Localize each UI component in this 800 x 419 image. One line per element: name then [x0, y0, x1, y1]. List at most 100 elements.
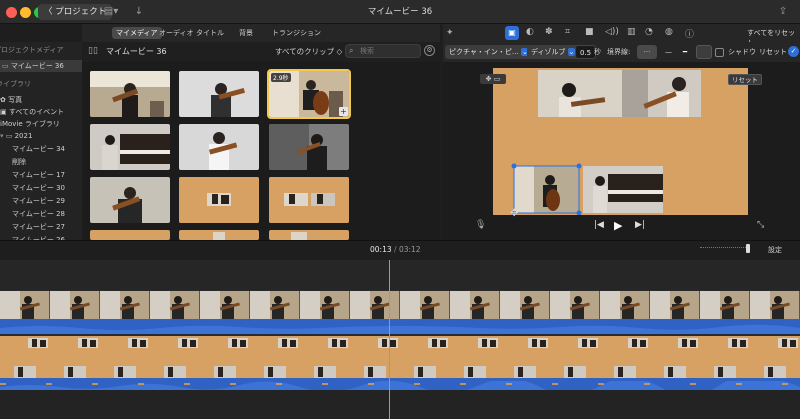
sidebar-item-label: iMovie ライブラリ	[0, 120, 60, 128]
overlay-controls: ピクチャ・イン・ピ… ⌄ ディゾルブ ⌄ 0.5 秒 境界線: ··· — ━ シャ…	[443, 42, 800, 62]
fullscreen-icon[interactable]: ⤡	[757, 220, 764, 230]
total-time: 03:12	[398, 245, 421, 254]
overlay-mode-select[interactable]: ピクチャ・イン・ピ… ⌄	[445, 45, 533, 59]
video-overlay-icon[interactable]: ▣	[505, 26, 519, 40]
sidebar-item-project[interactable]: ▭ マイムービー 36	[0, 60, 82, 72]
skip-back-icon[interactable]: |◀	[594, 220, 604, 230]
clip-duration-badge: 2.9秒	[271, 73, 291, 82]
play-icon[interactable]: ▶	[614, 219, 622, 232]
sidebar-item-label: マイムービー 36	[10, 62, 64, 70]
pip-track[interactable]	[0, 364, 800, 379]
pip-composite-image	[179, 177, 259, 223]
violinist-image	[90, 177, 170, 223]
sidebar-item-movie-17[interactable]: マイムービー 17	[12, 169, 65, 181]
border-thick-button[interactable]: ━	[677, 45, 693, 59]
timeline-empty-area	[0, 390, 800, 419]
search-input[interactable]	[360, 46, 418, 56]
sidebar-toggle-icon[interactable]: ▯▯	[88, 46, 98, 56]
close-window-button[interactable]	[6, 7, 17, 18]
clip-thumbnail[interactable]	[179, 71, 259, 117]
playhead[interactable]	[389, 260, 390, 419]
shadow-checkbox[interactable]	[715, 48, 724, 57]
video-clips-image[interactable]	[0, 291, 800, 319]
sidebar-item-movie-29[interactable]: マイムービー 29	[12, 195, 65, 207]
overlay-track[interactable]	[0, 336, 800, 352]
add-clip-icon[interactable]: +	[339, 107, 348, 116]
sidebar-item-label: マイムービー 28	[12, 210, 65, 218]
media-browser-grid: 2.9秒 +	[82, 62, 440, 240]
clip-thumbnail[interactable]	[269, 230, 349, 240]
preview-canvas[interactable]	[493, 68, 748, 216]
clip-thumbnail-selected[interactable]: 2.9秒 +	[267, 69, 351, 119]
audio-waveform-1[interactable]	[0, 319, 800, 334]
clip-thumbnail[interactable]	[269, 177, 349, 223]
clip-thumbnail[interactable]	[179, 177, 259, 223]
duration-field[interactable]: 0.5	[575, 45, 597, 59]
volume-icon[interactable]: ◁))	[605, 27, 619, 37]
color-balance-icon[interactable]: ◐	[526, 27, 534, 37]
library-sidebar: プロジェクトメディア ▭ マイムービー 36 ライブラリ ✿ 写真 ▣ すべての…	[0, 42, 82, 244]
skip-forward-icon[interactable]: ▶|	[635, 220, 645, 230]
speed-icon[interactable]: ◔	[645, 27, 653, 37]
border-color-swatch[interactable]	[696, 45, 712, 59]
transition-style-select[interactable]: ディゾルブ ⌄	[527, 45, 580, 59]
apply-check-icon[interactable]: ✓	[788, 46, 799, 57]
transform-handle-icon[interactable]: ✥ ▭	[480, 74, 506, 84]
share-icon[interactable]: ⇪	[772, 4, 794, 20]
sidebar-item-label: マイムービー 17	[12, 171, 65, 179]
sidebar-item-movie-30[interactable]: マイムービー 30	[12, 182, 65, 194]
zoom-slider[interactable]	[700, 244, 750, 253]
timeline-settings-button[interactable]: 設定	[768, 245, 782, 255]
color-palette-icon[interactable]: ✽	[545, 27, 553, 37]
download-icon[interactable]: ↓	[128, 4, 150, 20]
move-cursor-icon: ✥	[510, 208, 519, 219]
microphone-icon[interactable]: 🎙	[475, 220, 486, 230]
clip-filter-select[interactable]: すべてのクリップ ◇	[275, 46, 342, 57]
tab-backgrounds[interactable]: 背景	[235, 27, 257, 39]
tab-transitions[interactable]: トランジション	[268, 27, 325, 39]
timecode-separator: /	[394, 245, 397, 254]
violinist-image	[179, 124, 259, 170]
sidebar-item-photos[interactable]: ✿ 写真	[0, 94, 22, 106]
clip-thumbnail[interactable]	[90, 71, 170, 117]
border-label: 境界線:	[607, 48, 631, 56]
clip-thumbnail[interactable]	[90, 177, 170, 223]
clip-thumbnail[interactable]	[269, 124, 349, 170]
equalizer-icon[interactable]: ▥	[627, 27, 636, 37]
info-icon[interactable]: ⓘ	[685, 27, 694, 40]
violinist-image	[269, 124, 349, 170]
stabilization-icon[interactable]: ■	[585, 27, 594, 37]
clip-thumbnail[interactable]	[179, 230, 259, 240]
sidebar-item-2021[interactable]: ▾ ▭ 2021	[0, 130, 32, 142]
crop-icon[interactable]: ⌗	[565, 27, 570, 37]
border-thin-button[interactable]: —	[661, 45, 675, 59]
media-import-icon[interactable]: ▤▾	[100, 4, 122, 20]
sidebar-item-movie-28[interactable]: マイムービー 28	[12, 208, 65, 220]
audio-waveform-2[interactable]	[0, 375, 800, 396]
border-none-button[interactable]: ···	[637, 45, 657, 59]
sidebar-item-deleted[interactable]: 削除	[12, 156, 26, 168]
sidebar-item-label: マイムービー 30	[12, 184, 65, 192]
settings-gear-icon[interactable]: ⚙	[424, 45, 435, 56]
minimize-window-button[interactable]	[20, 7, 31, 18]
sidebar-item-label: 2021	[14, 132, 33, 140]
pip-composite-image	[269, 177, 349, 223]
clip-thumbnail[interactable]	[90, 124, 170, 170]
clip-thumbnail[interactable]	[179, 124, 259, 170]
video-track	[0, 291, 800, 319]
pianist-image	[90, 124, 170, 170]
reset-button[interactable]: リセット	[755, 45, 791, 59]
sidebar-item-movie-34[interactable]: マイムービー 34	[12, 143, 65, 155]
magic-wand-icon[interactable]: ✦	[446, 28, 454, 38]
tab-titles[interactable]: タイトル	[192, 27, 228, 39]
sidebar-item-movie-27[interactable]: マイムービー 27	[12, 221, 65, 233]
sidebar-item-all-events[interactable]: ▣ すべてのイベント	[0, 106, 64, 118]
search-field[interactable]: ⌕	[345, 44, 421, 58]
zoom-slider-knob[interactable]	[746, 244, 750, 253]
overlay-mode-label: ピクチャ・イン・ピ…	[449, 48, 519, 56]
transition-style-label: ディゾルブ	[531, 48, 566, 56]
noise-reduction-icon[interactable]: ◍	[665, 27, 673, 37]
clip-thumbnail[interactable]	[90, 230, 170, 240]
sidebar-item-imovie-library[interactable]: iMovie ライブラリ	[0, 118, 60, 130]
current-time: 00:13	[370, 245, 392, 254]
